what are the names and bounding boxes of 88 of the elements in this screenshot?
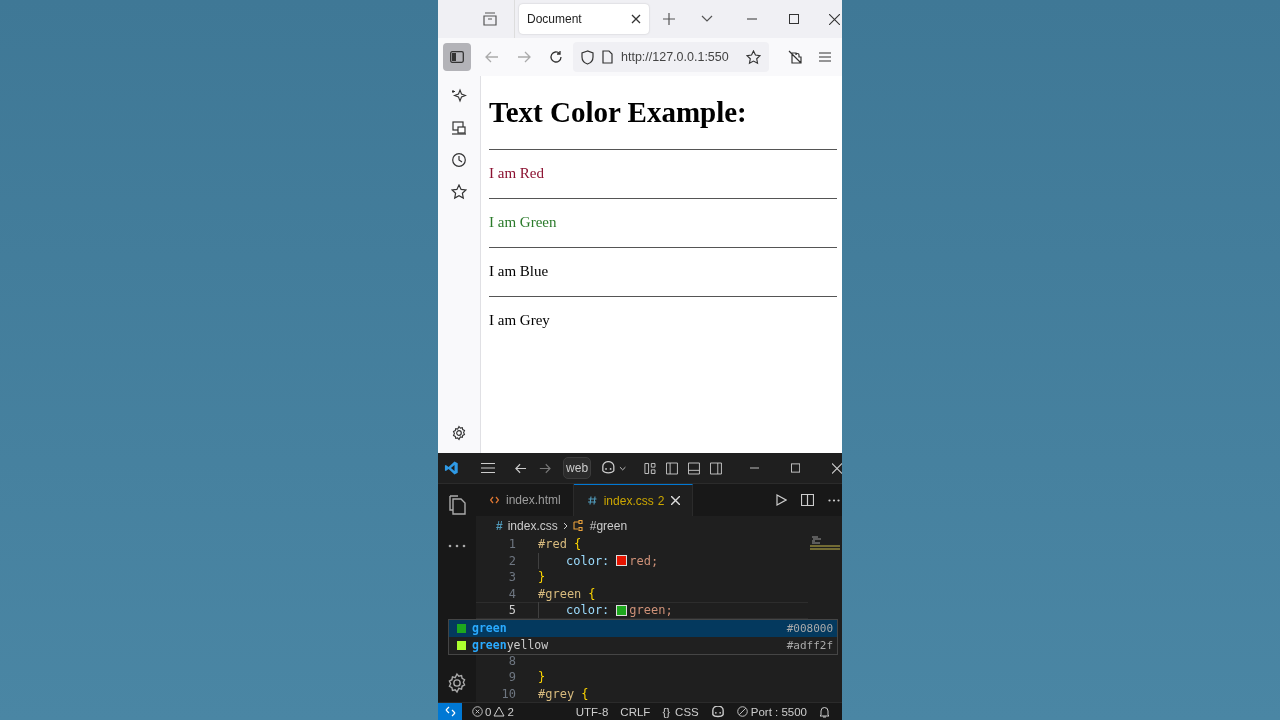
settings-icon[interactable] [446,672,468,694]
language-indicator[interactable]: CSS [675,705,699,718]
new-tab-icon[interactable] [663,13,675,25]
brace: } [538,670,546,685]
address-bar[interactable]: http://127.0.0.1:550 [573,42,769,72]
line-number: 1 [507,537,516,552]
brace: { [588,586,596,601]
line-number: 3 [507,570,516,585]
css-selector: #red [538,537,567,552]
command-center-field[interactable]: web [563,457,592,479]
css-property: color: [566,553,610,568]
suggestion-item[interactable]: green #008000 [449,619,837,637]
error-icon [472,706,483,717]
colored-text: I am Green [489,214,558,231]
css-file-icon [587,496,597,505]
css-selector: #grey [538,686,575,701]
browser-tab[interactable]: Document [519,4,649,34]
copilot-icon[interactable] [710,705,725,718]
sparkle-icon[interactable] [451,88,467,104]
layout-icon[interactable] [644,461,656,475]
css-file-icon: # [496,519,503,533]
bookmarks-icon[interactable] [451,184,467,200]
encoding-indicator[interactable]: UTF-8 [575,705,609,718]
remote-button[interactable] [438,703,462,720]
reload-icon[interactable] [549,50,563,64]
warning-icon [493,706,506,717]
brace: } [538,570,546,585]
page-icon [602,50,613,64]
editor-tab[interactable]: index.css 2 [573,484,694,516]
line-number: 4 [507,586,516,601]
line-number: 2 [507,553,516,568]
sidebar-toggle-button[interactable] [443,43,471,71]
brace: { [581,686,589,701]
sidebar-right-icon[interactable] [709,461,722,475]
port-indicator[interactable]: Port : 5500 [736,705,807,718]
line-number: 9 [507,670,516,685]
css-value: red; [629,553,659,568]
back-icon[interactable] [515,462,528,474]
css-value: green; [629,603,673,618]
breadcrumb-item[interactable]: index.css [507,519,558,533]
history-icon[interactable] [451,152,467,168]
brace: { [573,537,582,552]
remote-icon [444,706,456,717]
vscode-logo-icon[interactable] [444,460,459,476]
line-number: 5 [507,603,516,618]
problems-indicator[interactable]: 0 2 [472,705,514,718]
more-icon[interactable] [828,498,840,502]
color-swatch[interactable] [616,555,628,567]
line-number: 8 [507,653,516,668]
chevron-down-icon[interactable] [701,15,713,23]
maximize-icon[interactable] [789,14,799,24]
split-editor-icon[interactable] [801,494,814,506]
close-icon [671,496,681,505]
sidebar-left-icon[interactable] [665,461,678,475]
shield-icon [581,49,594,65]
language-icon: {} [662,705,671,718]
forward-icon[interactable] [539,462,552,474]
extensions-icon[interactable] [787,49,803,65]
page-heading: Text Color Example: [489,96,748,129]
css-property: color: [566,603,610,618]
more-icon[interactable] [448,544,466,548]
colored-text: I am Grey [489,312,551,329]
color-swatch[interactable] [616,604,628,616]
star-icon [746,49,761,65]
line-ending-indicator[interactable]: CRLF [620,705,651,718]
panel-bottom-icon[interactable] [687,461,700,475]
sidebar-icon [450,51,464,63]
symbol-icon [572,520,585,532]
colored-text: I am Blue [489,263,550,280]
explorer-icon[interactable] [446,494,468,516]
colored-text: I am Red [489,165,545,182]
chevron-right-icon [562,522,568,530]
breadcrumb-item[interactable]: #green [589,519,628,533]
minimap-drawing[interactable] [810,536,840,552]
css-selector: #green [538,586,582,601]
run-icon[interactable] [776,494,787,506]
tab-groups-icon[interactable] [482,11,498,27]
html-file-icon [490,496,499,504]
line-number: 10 [500,686,516,701]
no-entry-icon [736,706,748,717]
close-icon[interactable] [829,13,840,25]
copilot-icon[interactable] [601,461,616,475]
bell-icon[interactable] [819,705,830,718]
settings-icon[interactable] [451,425,467,441]
close-icon[interactable] [631,14,641,24]
suggestion-item[interactable]: greenyellow #adff2f [449,636,837,654]
editor-tab[interactable]: index.html [476,484,574,516]
synced-devices-icon[interactable] [451,120,467,136]
